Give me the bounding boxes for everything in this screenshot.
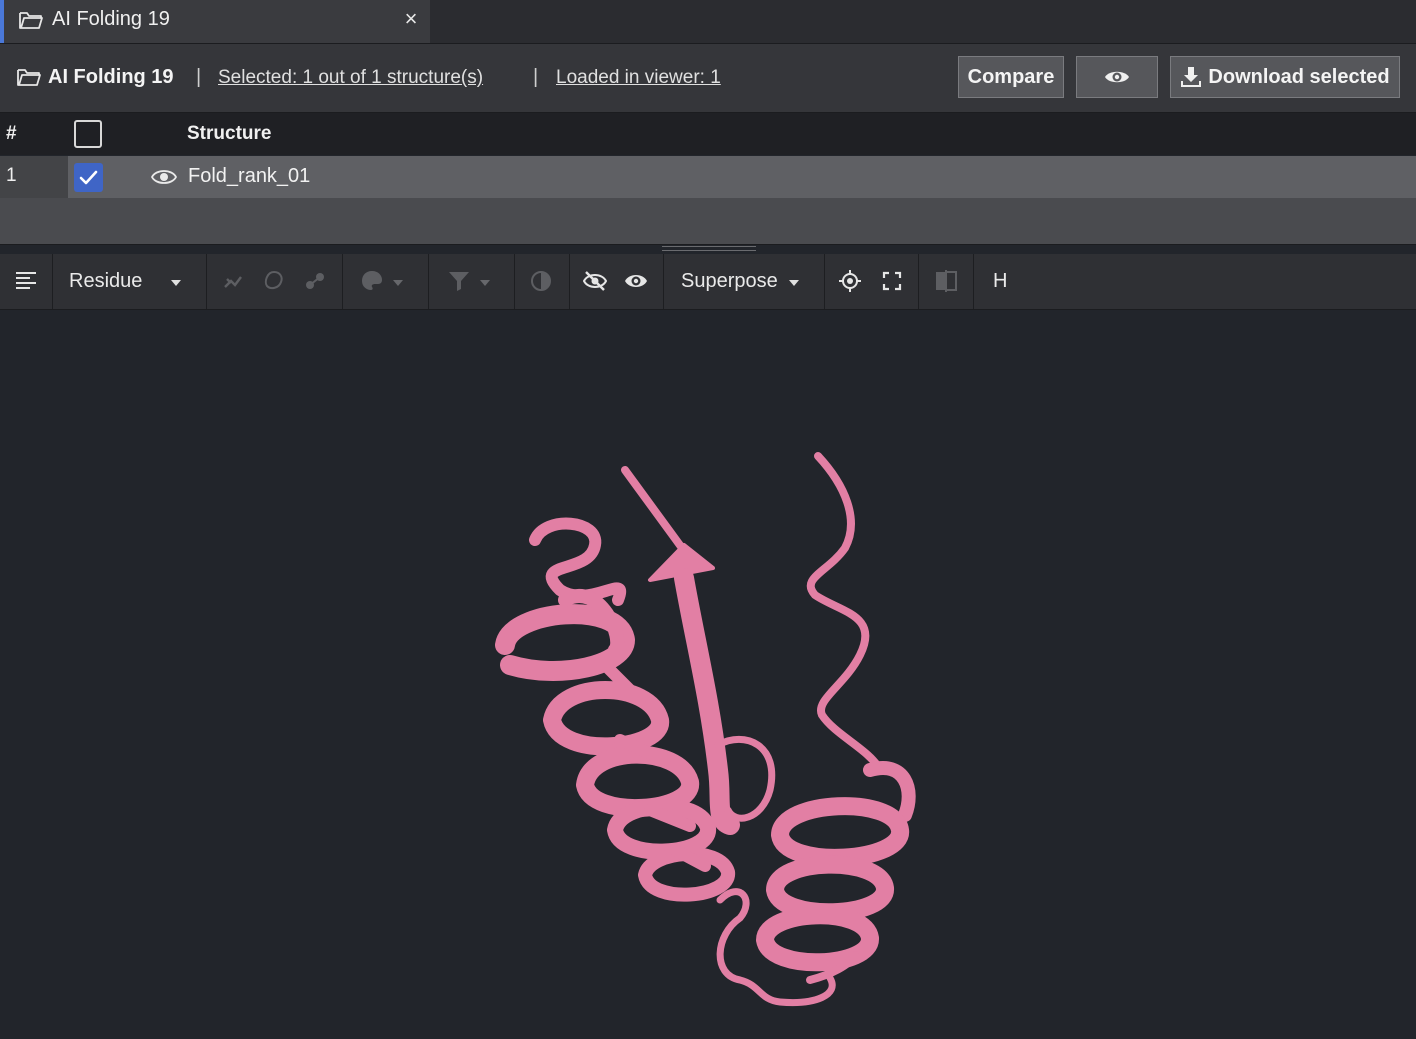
table-empty-area bbox=[0, 198, 1416, 245]
close-icon[interactable]: × bbox=[399, 6, 423, 34]
download-icon bbox=[1181, 67, 1202, 87]
filter-icon bbox=[449, 272, 469, 291]
protein-ribbon-model[interactable] bbox=[0, 310, 1416, 1034]
toggle-visibility-button[interactable] bbox=[1076, 56, 1158, 98]
tab-ai-folding-19[interactable]: AI Folding 19 × bbox=[0, 0, 430, 43]
folder-icon bbox=[17, 69, 41, 86]
project-title: AI Folding 19 bbox=[48, 66, 174, 88]
structure-name[interactable]: Fold_rank_01 bbox=[188, 165, 310, 188]
tab-bar: AI Folding 19 × bbox=[0, 0, 1416, 44]
loaded-in-viewer-link[interactable]: Loaded in viewer: 1 bbox=[556, 67, 721, 89]
row-number: 1 bbox=[6, 165, 17, 186]
ribbon-icon bbox=[224, 276, 242, 288]
ball-and-stick-icon bbox=[306, 273, 324, 289]
separator: | bbox=[196, 66, 202, 88]
surface-icon bbox=[264, 270, 283, 290]
focus-target-icon[interactable] bbox=[838, 269, 862, 293]
hydrogen-toggle[interactable]: H bbox=[993, 270, 1007, 293]
compare-label: Compare bbox=[967, 65, 1055, 88]
chevron-down-icon[interactable] bbox=[789, 280, 799, 286]
hide-icon[interactable] bbox=[583, 269, 607, 293]
structure-viewer[interactable] bbox=[0, 310, 1416, 1034]
checkmark-icon bbox=[79, 170, 98, 185]
tab-title: AI Folding 19 bbox=[52, 8, 170, 30]
row-checkbox[interactable] bbox=[74, 163, 103, 192]
table-header: # Structure bbox=[0, 113, 1416, 155]
selected-count-link[interactable]: Selected: 1 out of 1 structure(s) bbox=[218, 67, 483, 89]
column-number-header: # bbox=[6, 123, 17, 144]
compare-button[interactable]: Compare bbox=[958, 56, 1064, 98]
eye-icon[interactable] bbox=[624, 269, 648, 293]
resize-handle[interactable] bbox=[662, 246, 756, 251]
selection-mode-label[interactable]: Residue bbox=[69, 270, 142, 293]
contrast-icon bbox=[531, 271, 551, 291]
separator: | bbox=[533, 66, 539, 88]
select-all-checkbox[interactable] bbox=[74, 120, 102, 148]
table-row[interactable]: 1 Fold_rank_01 bbox=[0, 156, 1416, 198]
chevron-down-icon[interactable] bbox=[171, 280, 181, 286]
sequence-list-icon[interactable] bbox=[14, 269, 38, 293]
split-view-icon bbox=[936, 270, 957, 292]
chevron-down-icon bbox=[480, 280, 490, 286]
viewer-toolbar: Residue Superpose H bbox=[0, 254, 1416, 310]
eye-icon[interactable] bbox=[151, 167, 177, 187]
palette-icon bbox=[362, 271, 382, 290]
download-label: Download selected bbox=[1208, 65, 1390, 88]
folder-icon bbox=[19, 12, 43, 29]
fullscreen-icon[interactable] bbox=[880, 269, 904, 293]
superpose-dropdown[interactable]: Superpose bbox=[681, 270, 778, 293]
column-structure-header[interactable]: Structure bbox=[187, 123, 271, 145]
row-number-cell: 1 bbox=[0, 156, 68, 198]
chevron-down-icon bbox=[393, 280, 403, 286]
project-header: AI Folding 19 | Selected: 1 out of 1 str… bbox=[0, 44, 1416, 113]
download-selected-button[interactable]: Download selected bbox=[1170, 56, 1400, 98]
eye-icon bbox=[1105, 71, 1129, 83]
